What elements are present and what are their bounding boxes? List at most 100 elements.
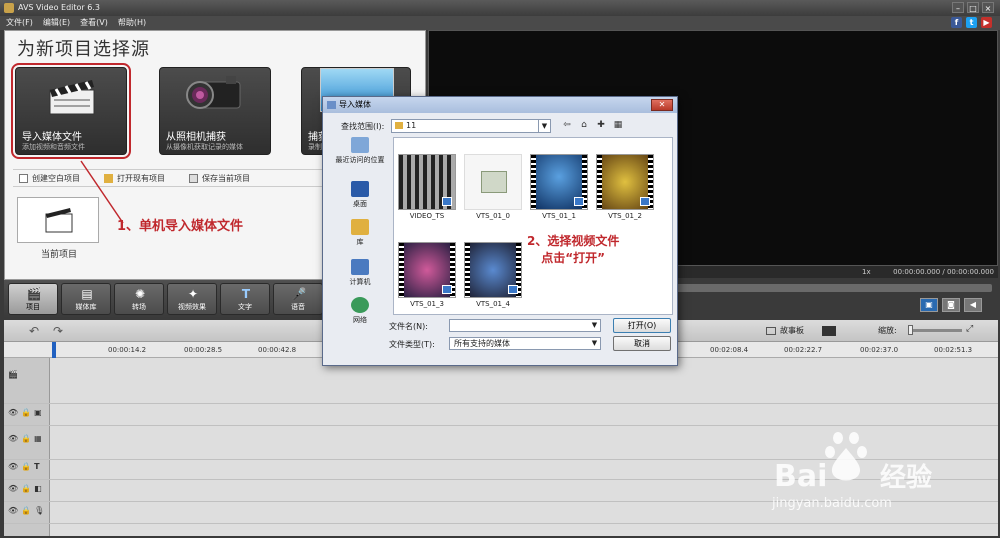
- filename-input[interactable]: ▼: [449, 319, 601, 332]
- place-desktop[interactable]: 桌面: [329, 181, 391, 209]
- maximize-button[interactable]: □: [967, 2, 979, 13]
- playhead[interactable]: [52, 342, 56, 358]
- window-title: AVS Video Editor 6.3: [18, 3, 100, 12]
- place-libraries[interactable]: 库: [329, 219, 391, 247]
- create-blank-project-link[interactable]: 创建空白项目: [19, 173, 80, 184]
- video-thumbnail: [398, 242, 456, 298]
- fit-timeline-icon[interactable]: ⤢: [966, 324, 978, 336]
- folder-icon: [395, 122, 403, 129]
- dialog-title: 导入媒体: [339, 100, 371, 109]
- lock-icon[interactable]: 🔒: [21, 408, 31, 417]
- video-thumbnail: [464, 242, 522, 298]
- youtube-icon[interactable]: ▶: [981, 17, 992, 28]
- snapshot-icon[interactable]: ◙: [942, 298, 960, 312]
- preview-timecode: 00:00:00.000 / 00:00:00.000: [893, 268, 994, 276]
- transitions-icon: ✺: [134, 287, 146, 301]
- twitter-icon[interactable]: t: [966, 17, 977, 28]
- clapperboard-icon: [49, 80, 95, 115]
- menu-file[interactable]: 文件(F): [6, 16, 33, 30]
- dialog-nav-icons: ⇦ ⌂ ✚ ▦: [561, 119, 624, 131]
- file-item[interactable]: VTS_01_1: [530, 154, 588, 220]
- chevron-down-icon: ▼: [538, 120, 550, 132]
- place-recent[interactable]: 最近访问的位置: [329, 137, 391, 165]
- new-folder-icon[interactable]: ✚: [595, 119, 607, 131]
- storyboard-toggle[interactable]: 故事板: [766, 325, 836, 336]
- capture-camera-label: 从照相机捕获: [166, 132, 226, 143]
- ruler-tick: 00:02:51.3: [934, 346, 973, 354]
- eye-icon[interactable]: 👁: [8, 434, 18, 443]
- monitor-icon[interactable]: ▣: [920, 298, 938, 312]
- file-item[interactable]: VTS_01_3: [398, 242, 456, 308]
- toolbar-voice-button[interactable]: 🎤 语音: [273, 283, 323, 315]
- chevron-down-icon: ▼: [591, 339, 598, 347]
- voice-track-head: 👁 🔒 ◧: [4, 484, 50, 493]
- minimize-button[interactable]: –: [952, 2, 964, 13]
- eye-icon[interactable]: 👁: [8, 506, 18, 515]
- view-menu-icon[interactable]: ▦: [612, 119, 624, 131]
- file-item[interactable]: VTS_01_2: [596, 154, 654, 220]
- lock-icon[interactable]: 🔒: [21, 484, 31, 493]
- ruler-tick: 00:00:14.2: [108, 346, 147, 354]
- menu-view[interactable]: 查看(V): [80, 16, 108, 30]
- import-media-card[interactable]: 导入媒体文件 添加视频和音频文件: [11, 63, 131, 159]
- effects-track[interactable]: [4, 404, 998, 426]
- video-effect-icon: ▣: [34, 408, 42, 417]
- undo-icon[interactable]: ↶: [26, 324, 42, 338]
- redo-icon[interactable]: ↷: [50, 324, 66, 338]
- video-badge-icon: [442, 285, 452, 294]
- generic-media-thumbnail: [464, 154, 522, 210]
- menu-edit[interactable]: 编辑(E): [43, 16, 70, 30]
- filename-label: 文件名(N):: [389, 322, 428, 331]
- toolbar-text-button[interactable]: T 文字: [220, 283, 270, 315]
- import-media-sub: 添加视频和音频文件: [22, 143, 85, 151]
- back-icon[interactable]: ⇦: [561, 119, 573, 131]
- ruler-tick: 00:02:08.4: [710, 346, 749, 354]
- file-item[interactable]: VTS_01_4: [464, 242, 522, 308]
- file-item[interactable]: VIDEO_TS: [398, 154, 456, 220]
- eye-icon[interactable]: 👁: [8, 484, 18, 493]
- lock-icon[interactable]: 🔒: [21, 462, 31, 471]
- annotation-step-2: 2、选择视频文件 点击“打开”: [527, 234, 620, 265]
- ruler-tick: 00:02:37.0: [860, 346, 899, 354]
- lock-icon[interactable]: 🔒: [21, 434, 31, 443]
- open-button[interactable]: 打开(O): [613, 318, 671, 333]
- zoom-slider-thumb[interactable]: [908, 325, 913, 335]
- microphone-icon: 🎙: [34, 506, 45, 515]
- toolbar-video-effects-button[interactable]: ✦ 视频效果: [167, 283, 217, 315]
- display-mode-icon[interactable]: [822, 325, 836, 336]
- overlay-track-head: 👁 🔒 ▦: [4, 434, 50, 443]
- close-button[interactable]: ×: [982, 2, 994, 13]
- place-network[interactable]: 网络: [329, 297, 391, 325]
- look-in-label: 查找范围(I):: [341, 122, 385, 131]
- text-track-head: 👁 🔒 T: [4, 462, 50, 471]
- dialog-close-button[interactable]: ✕: [651, 99, 673, 111]
- volume-icon[interactable]: ◀: [964, 298, 982, 312]
- filetype-select[interactable]: 所有支持的媒体 ▼: [449, 337, 601, 350]
- toolbar-transitions-button[interactable]: ✺ 转场: [114, 283, 164, 315]
- facebook-icon[interactable]: f: [951, 17, 962, 28]
- voice-icon: 🎤: [291, 287, 307, 301]
- effects-track-head: 👁 🔒 ▣: [4, 408, 50, 417]
- eye-icon[interactable]: 👁: [8, 462, 18, 471]
- baidu-watermark-logo: Bai 经验: [774, 432, 932, 494]
- eye-icon[interactable]: 👁: [8, 408, 18, 417]
- capture-camera-card[interactable]: 从照相机捕获 从摄像机获取记录的媒体: [159, 67, 271, 155]
- lock-icon[interactable]: 🔒: [21, 506, 31, 515]
- import-media-label: 导入媒体文件: [22, 132, 82, 143]
- file-item[interactable]: VTS_01_0: [464, 154, 522, 220]
- look-in-select[interactable]: 11 ▼: [391, 119, 551, 133]
- chevron-down-icon[interactable]: ▼: [589, 320, 600, 331]
- toolbar-media-library-button[interactable]: ▤ 媒体库: [61, 283, 111, 315]
- dialog-title-bar: 导入媒体 ✕: [323, 97, 677, 113]
- menu-help[interactable]: 帮助(H): [118, 16, 146, 30]
- save-project-link[interactable]: 保存当前项目: [189, 173, 250, 184]
- menu-bar: 文件(F) 编辑(E) 查看(V) 帮助(H): [0, 16, 1000, 30]
- zoom-slider[interactable]: [908, 329, 962, 332]
- cancel-button[interactable]: 取消: [613, 336, 671, 351]
- place-computer[interactable]: 计算机: [329, 259, 391, 287]
- toolbar-project-button[interactable]: 🎬 项目: [8, 283, 58, 315]
- camcorder-icon: [186, 76, 241, 109]
- storyboard-icon: [766, 326, 776, 335]
- up-folder-icon[interactable]: ⌂: [578, 119, 590, 131]
- svg-text:Bai: Bai: [774, 459, 827, 494]
